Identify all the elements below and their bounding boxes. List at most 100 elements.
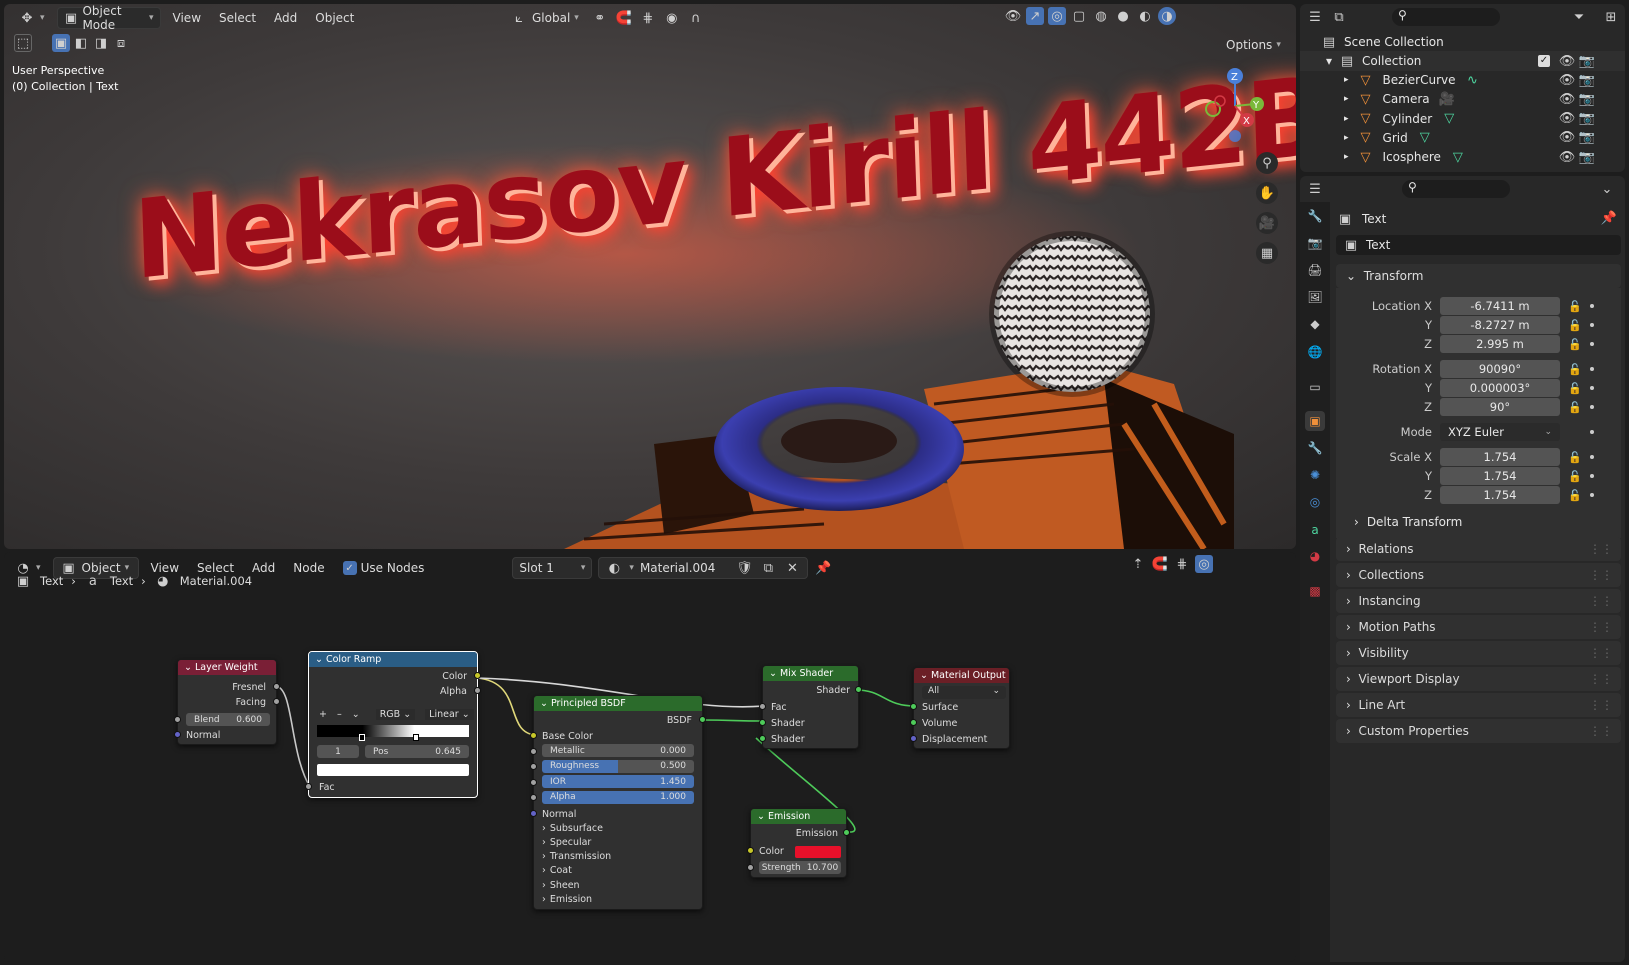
drag-handle-icon[interactable]: ⋮⋮ (1589, 646, 1613, 660)
collapse-icon[interactable]: ⌄ (315, 654, 326, 665)
properties-search-input[interactable]: ⚲ (1402, 180, 1510, 198)
rotation-x-field[interactable]: 90090° (1440, 360, 1560, 378)
menu-view[interactable]: View (167, 7, 207, 29)
socket[interactable] (174, 716, 181, 723)
mode-dropdown[interactable]: ▣ Object Mode ▾ (56, 4, 161, 32)
visibility-eye-icon[interactable]: 👁 (1558, 52, 1576, 70)
solid-shading-icon[interactable]: ● (1114, 7, 1132, 25)
bsdf-field-alpha[interactable]: Alpha 1.000 (542, 790, 694, 804)
rotation-y-field[interactable]: 0.000003° (1440, 379, 1560, 397)
socket[interactable] (759, 735, 766, 742)
collapse-icon[interactable]: ⌄ (757, 811, 768, 822)
pan-hand-icon[interactable]: ✋ (1256, 182, 1278, 204)
interpolation-dropdown[interactable]: Linear ⌄ (425, 708, 474, 720)
socket[interactable] (530, 810, 537, 817)
modifier-icon[interactable]: 🔧 (1305, 438, 1325, 458)
ramp-gradient[interactable] (317, 725, 469, 737)
proportional-edit-icon[interactable]: ◉ (663, 9, 681, 27)
wireframe-shading-icon[interactable]: ◍ (1092, 7, 1110, 25)
object-data-icon[interactable]: a (1305, 520, 1325, 540)
socket[interactable] (305, 783, 312, 790)
panel-visibility[interactable]: › Visibility ⋮⋮ (1336, 641, 1621, 665)
stop-color-swatch[interactable] (317, 764, 469, 776)
add-stop-button[interactable]: + (319, 709, 327, 720)
physics-icon[interactable]: ◎ (1305, 492, 1325, 512)
color-ramp-node[interactable]: ⌄ Color Ramp Color Alpha + – ⌄ RGB ⌄ Lin… (305, 651, 481, 798)
socket[interactable] (273, 698, 280, 705)
visibility-eye-icon[interactable]: 👁 (1558, 148, 1576, 166)
expand-arrow-icon[interactable]: ▸ (1344, 133, 1349, 143)
panel-custom-properties[interactable]: › Custom Properties ⋮⋮ (1336, 719, 1621, 743)
properties-editor[interactable]: ☰ ⚲ ⌄ ▣ Text 📌 ▣ Text ⌄ Transform Location… (1300, 176, 1625, 962)
material-shading-icon[interactable]: ◐ (1136, 7, 1154, 25)
stop-index-field[interactable]: 1 (317, 745, 359, 758)
lock-icon[interactable]: 🔓 (1566, 360, 1584, 378)
snap-target-icon[interactable]: ⋕ (639, 9, 657, 27)
location-x-field[interactable]: -6.7411 m (1440, 297, 1560, 315)
render-icon[interactable]: 📷 (1305, 233, 1325, 253)
shader-editor[interactable]: ◔ ▾ ▣ Object ▾ View Select Add Node ✓ Use No… (4, 552, 1296, 962)
material-icon[interactable]: ◕ (1305, 546, 1325, 566)
outliner-item-grid[interactable]: ▸ ▽ Grid ▽ 👁 📷 (1300, 128, 1625, 148)
display-mode-icon[interactable]: ⧉ (1330, 8, 1348, 26)
snap-element-icon[interactable]: ⋕ (1173, 555, 1191, 573)
transform-panel-header[interactable]: ⌄ Transform (1336, 264, 1621, 288)
socket[interactable] (855, 686, 862, 693)
bsdf-section-subsurface[interactable]: › Subsurface (534, 821, 702, 835)
visibility-eye-icon[interactable]: 👁 (1558, 110, 1576, 128)
location-y-field[interactable]: -8.2727 m (1440, 316, 1560, 334)
outliner-scene-collection[interactable]: ▤ Scene Collection (1300, 32, 1625, 52)
socket[interactable] (843, 829, 850, 836)
snap-icon[interactable]: 🧲 (615, 9, 633, 27)
material-output-node[interactable]: ⌄ Material Output All ⌄ Surface Volume Di… (910, 667, 1010, 749)
texture-icon[interactable]: ▩ (1305, 581, 1325, 601)
blend-field[interactable]: Blend 0.600 (186, 713, 270, 726)
world-icon[interactable]: 🌐 (1305, 342, 1325, 362)
render-camera-icon[interactable]: 📷 (1578, 90, 1596, 108)
select-tool-icon[interactable]: ⬚ (14, 34, 32, 52)
outliner-item-cylinder[interactable]: ▸ ▽ Cylinder ▽ 👁 📷 (1300, 109, 1625, 129)
editor-type-icon[interactable]: ☰ (1306, 8, 1324, 26)
expand-arrow-icon[interactable]: ▾ (1326, 54, 1332, 68)
color-mode-dropdown[interactable]: RGB ⌄ (375, 708, 416, 720)
panel-instancing[interactable]: › Instancing ⋮⋮ (1336, 589, 1621, 613)
outliner-search-input[interactable]: ⚲ (1392, 8, 1500, 26)
overlay-toggle-icon[interactable]: ◎ (1048, 7, 1066, 25)
render-camera-icon[interactable]: 📷 (1578, 148, 1596, 166)
visibility-eye-icon[interactable]: 👁 (1558, 129, 1576, 147)
socket[interactable] (759, 719, 766, 726)
menu-object[interactable]: Object (309, 7, 360, 29)
bsdf-field-metallic[interactable]: Metallic 0.000 (542, 744, 694, 757)
delta-transform-subpanel[interactable]: › Delta Transform (1354, 515, 1462, 529)
outliner-item-camera[interactable]: ▸ ▽ Camera 🎥 👁 📷 (1300, 89, 1625, 109)
socket[interactable] (747, 847, 754, 854)
socket[interactable] (530, 732, 537, 739)
emission-node[interactable]: ⌄ Emission Emission Color Strength 10.700 (747, 808, 850, 878)
keyframe-dot-icon[interactable] (1590, 367, 1594, 371)
rotation-z-field[interactable]: 90° (1440, 398, 1560, 416)
outliner-item-beziercurve[interactable]: ▸ ▽ BezierCurve ∿ 👁 📷 (1300, 70, 1625, 90)
object-name-value[interactable]: Text (1366, 238, 1390, 252)
outliner[interactable]: ☰ ⧉ ⚲ ⏷ ⊞ ▤ Scene Collection ▾ ▤ Collection… (1300, 4, 1625, 172)
bsdf-section-specular[interactable]: › Specular (534, 835, 702, 849)
stop-position-field[interactable]: Pos 0.645 (365, 745, 469, 758)
select-intersect-icon[interactable]: ⧈ (112, 34, 130, 52)
expand-arrow-icon[interactable]: ▸ (1344, 75, 1349, 85)
emission-color-swatch[interactable] (795, 846, 841, 858)
keyframe-dot-icon[interactable] (1590, 474, 1594, 478)
keyframe-dot-icon[interactable] (1590, 493, 1594, 497)
editor-type-icon[interactable]: ☰ (1306, 180, 1324, 198)
collapse-icon[interactable]: ⌄ (540, 698, 551, 709)
ramp-stop-handle[interactable] (359, 734, 365, 741)
select-new-icon[interactable]: ▣ (52, 34, 70, 52)
object-icon[interactable]: ▣ (1305, 411, 1325, 431)
socket[interactable] (699, 716, 706, 723)
keyframe-dot-icon[interactable] (1590, 430, 1594, 434)
xray-icon[interactable]: ▢ (1070, 7, 1088, 25)
camera-view-icon[interactable]: 🎥 (1256, 212, 1278, 234)
lock-icon[interactable]: 🔓 (1566, 486, 1584, 504)
bsdf-section-coat[interactable]: › Coat (534, 864, 702, 878)
remove-stop-button[interactable]: – (337, 709, 342, 720)
socket[interactable] (474, 672, 481, 679)
node-header[interactable]: ⌄ Principled BSDF (534, 696, 702, 711)
